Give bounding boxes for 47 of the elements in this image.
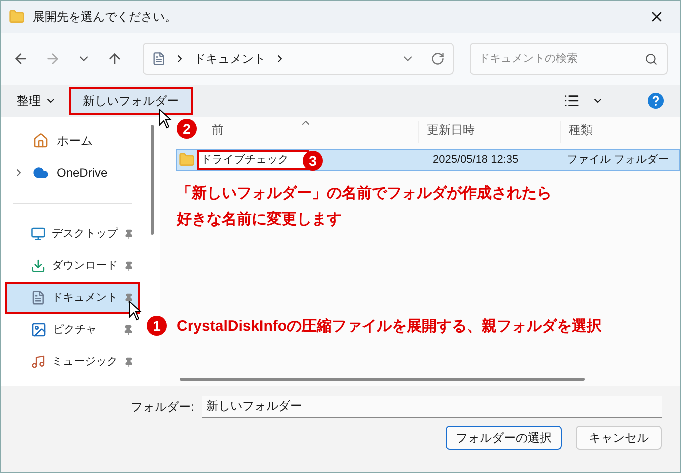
step-instruction: CrystalDiskInfoの圧縮ファイルを展開する、親フォルダを選択 bbox=[177, 317, 602, 337]
organize-menu-button[interactable]: 整理 bbox=[17, 92, 57, 110]
document-icon bbox=[152, 52, 166, 66]
folder-icon bbox=[9, 9, 25, 25]
pin-icon bbox=[124, 228, 134, 240]
folder-icon bbox=[179, 152, 195, 168]
search-icon bbox=[644, 53, 658, 66]
folder-name-field[interactable]: 新しいフォルダー bbox=[202, 396, 662, 418]
sidebar-item[interactable]: ダウンロード bbox=[5, 250, 140, 282]
new-folder-button[interactable]: 新しいフォルダー bbox=[69, 87, 193, 115]
music-icon bbox=[31, 354, 46, 370]
window-title: 展開先を選んでください。 bbox=[33, 9, 177, 26]
pin-icon bbox=[123, 324, 134, 336]
home-icon bbox=[33, 133, 49, 149]
dialog-button[interactable]: キャンセル bbox=[576, 426, 662, 450]
monitor-icon bbox=[31, 226, 46, 242]
sidebar-item[interactable]: ピクチャ bbox=[5, 314, 140, 346]
column-header[interactable]: 前 bbox=[212, 123, 224, 137]
folder-label: フォルダー: bbox=[131, 399, 194, 416]
rename-note: 「新しいフォルダー」の名前でフォルダが作成されたら bbox=[177, 184, 552, 204]
breadcrumb-item[interactable]: ドキュメント bbox=[194, 50, 266, 68]
sidebar-item[interactable]: ミュージック bbox=[5, 346, 140, 378]
sidebar-item[interactable]: ホーム bbox=[1, 125, 144, 157]
document-icon bbox=[31, 290, 46, 306]
download-icon bbox=[31, 258, 46, 274]
up-icon[interactable] bbox=[106, 51, 123, 67]
modified-date: 2025/05/18 12:35 bbox=[432, 152, 520, 168]
picture-icon bbox=[31, 322, 47, 338]
sidebar-item[interactable]: OneDrive bbox=[1, 157, 144, 189]
back-icon[interactable] bbox=[13, 51, 29, 67]
cloud-icon bbox=[33, 165, 49, 181]
address-bar[interactable]: ドキュメント bbox=[142, 43, 454, 75]
sidebar-item[interactable]: ドキュメント bbox=[5, 282, 140, 314]
sidebar-item[interactable]: デスクトップ bbox=[5, 218, 140, 250]
file-type: ファイル フォルダー bbox=[566, 152, 670, 168]
refresh-icon[interactable] bbox=[430, 52, 445, 66]
view-options-icon[interactable] bbox=[564, 93, 580, 109]
column-header[interactable]: 更新日時 bbox=[418, 121, 560, 143]
rename-note: 好きな名前に変更します bbox=[177, 210, 343, 230]
dialog-button[interactable]: フォルダーの選択 bbox=[446, 426, 562, 450]
rename-field[interactable]: ドライブチェック bbox=[197, 150, 309, 170]
pin-icon bbox=[124, 356, 134, 368]
pin-icon bbox=[124, 292, 134, 304]
search-field[interactable]: ドキュメントの検索 bbox=[470, 43, 668, 75]
pin-icon bbox=[124, 260, 134, 272]
help-icon[interactable] bbox=[648, 93, 664, 109]
column-header[interactable]: 種類 bbox=[560, 121, 680, 143]
